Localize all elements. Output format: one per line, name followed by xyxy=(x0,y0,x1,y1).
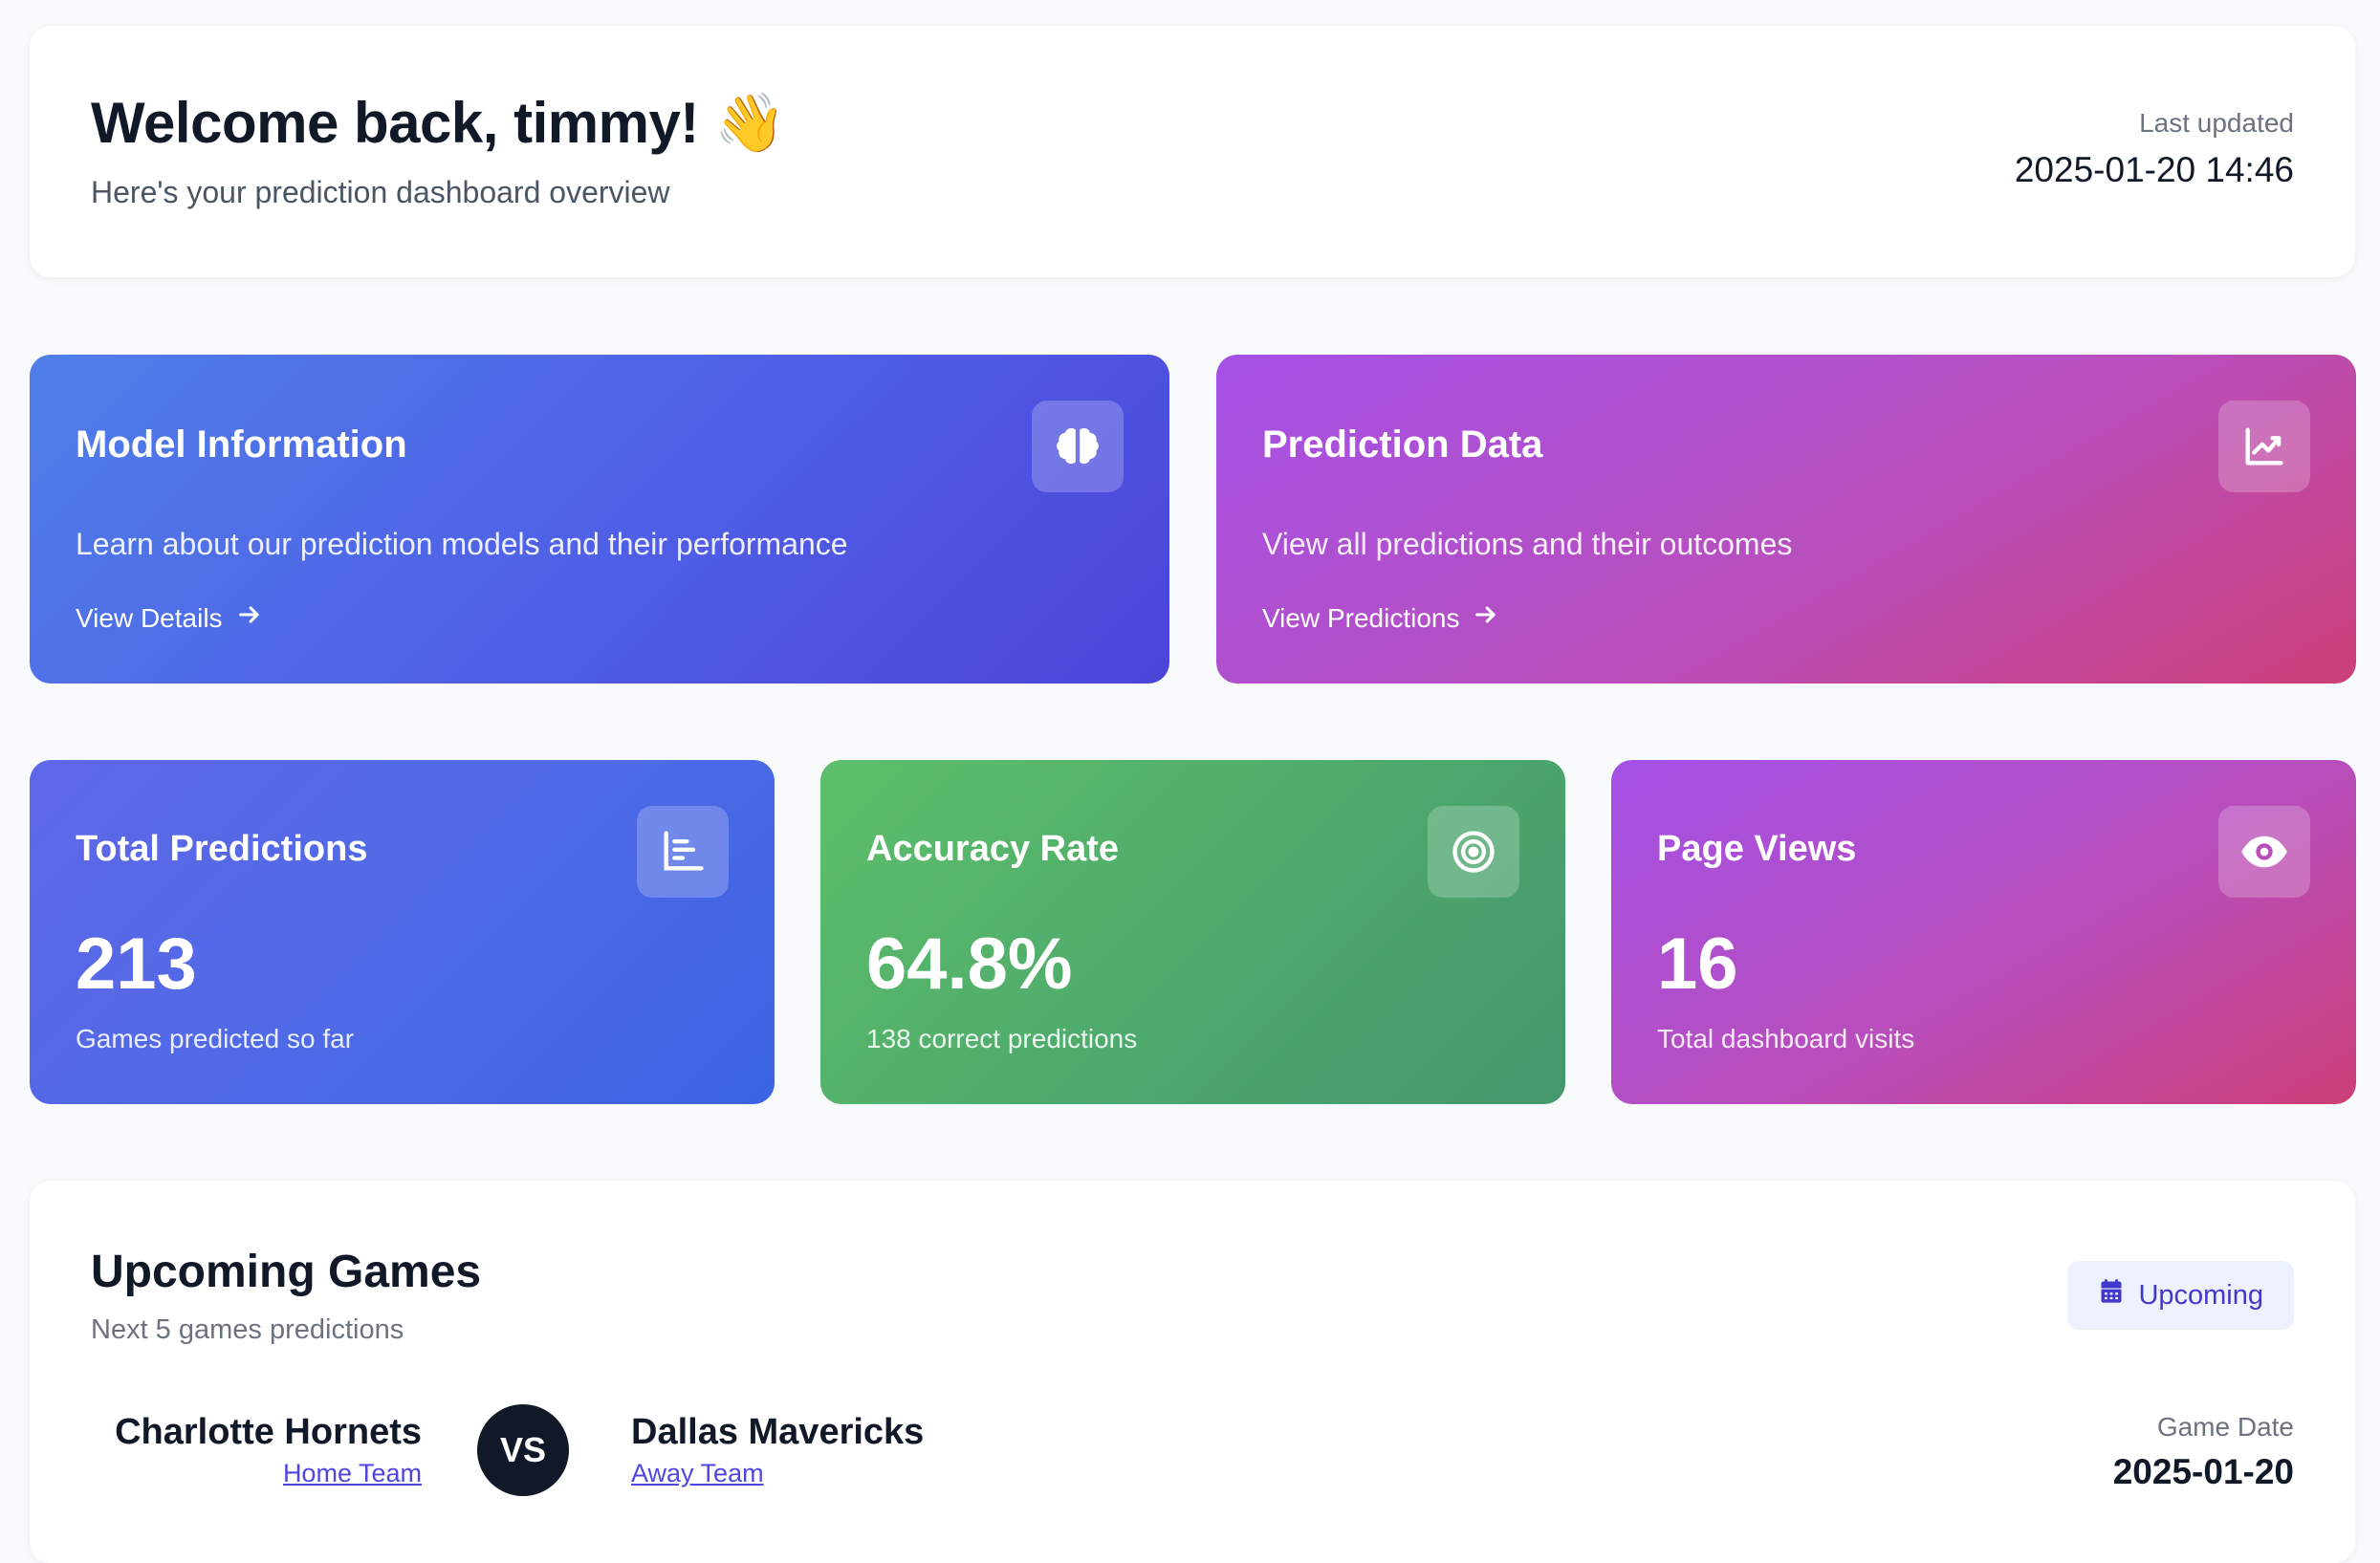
home-team: Charlotte Hornets Home Team xyxy=(115,1410,422,1492)
brain-icon xyxy=(1032,401,1124,492)
vs-badge: VS xyxy=(477,1404,569,1496)
section-title: Upcoming Games xyxy=(91,1247,482,1297)
view-details-link[interactable]: View Details xyxy=(76,601,263,635)
link-label: View Predictions xyxy=(1262,602,1460,633)
away-team-label[interactable]: Away Team xyxy=(631,1454,924,1492)
page-views-card: Page Views 16 Total dashboard visits xyxy=(1611,760,2356,1104)
eye-icon xyxy=(2218,806,2310,898)
link-label: View Details xyxy=(76,602,223,633)
stat-title: Page Views xyxy=(1657,829,1857,869)
stat-subtitle: Total dashboard visits xyxy=(1657,1024,1915,1053)
home-team-name: Charlotte Hornets xyxy=(115,1412,422,1452)
stat-value: 64.8% xyxy=(866,923,1073,1005)
welcome-title: Welcome back, timmy! 👋 xyxy=(91,91,786,155)
game-row[interactable]: Charlotte Hornets Home Team VS Dallas Ma… xyxy=(91,1404,2294,1544)
view-predictions-link[interactable]: View Predictions xyxy=(1262,601,1499,635)
prediction-data-card[interactable]: Prediction Data View all predictions and… xyxy=(1216,355,2356,684)
target-icon xyxy=(1428,806,1519,898)
stat-title: Accuracy Rate xyxy=(866,829,1120,869)
upcoming-games-section: Upcoming Games Next 5 games predictions … xyxy=(30,1181,2355,1563)
section-subtitle: Next 5 games predictions xyxy=(91,1314,404,1345)
welcome-subtitle: Here's your prediction dashboard overvie… xyxy=(91,175,670,209)
card-title: Model Information xyxy=(76,423,407,466)
stat-subtitle: Games predicted so far xyxy=(76,1024,355,1053)
bar-chart-icon xyxy=(637,806,729,898)
arrow-right-icon xyxy=(1473,601,1499,635)
last-updated-value: 2025-01-20 14:46 xyxy=(2014,150,2294,189)
stat-value: 213 xyxy=(76,923,197,1005)
home-team-label[interactable]: Home Team xyxy=(115,1454,422,1492)
away-team-name: Dallas Mavericks xyxy=(631,1412,925,1452)
away-team: Dallas Mavericks Away Team xyxy=(631,1410,924,1492)
card-description: Learn about our prediction models and th… xyxy=(76,527,848,561)
game-date-label: Game Date xyxy=(2156,1412,2294,1442)
badge-label: Upcoming xyxy=(2138,1279,2263,1311)
model-information-card[interactable]: Model Information Learn about our predic… xyxy=(30,355,1169,684)
game-date-value: 2025-01-20 xyxy=(2112,1452,2294,1491)
stat-subtitle: 138 correct predictions xyxy=(866,1024,1138,1053)
stat-title: Total Predictions xyxy=(76,829,368,869)
calendar-icon xyxy=(2098,1278,2125,1313)
card-description: View all predictions and their outcomes xyxy=(1262,527,1793,561)
welcome-header: Welcome back, timmy! 👋 Here's your predi… xyxy=(30,26,2355,277)
arrow-right-icon xyxy=(236,601,263,635)
total-predictions-card: Total Predictions 213 Games predicted so… xyxy=(30,760,775,1104)
upcoming-badge[interactable]: Upcoming xyxy=(2067,1261,2294,1330)
last-updated-label: Last updated xyxy=(2139,108,2294,138)
card-title: Prediction Data xyxy=(1262,423,1543,466)
chart-line-icon xyxy=(2218,401,2310,492)
accuracy-rate-card: Accuracy Rate 64.8% 138 correct predicti… xyxy=(820,760,1565,1104)
stat-value: 16 xyxy=(1657,923,1738,1005)
